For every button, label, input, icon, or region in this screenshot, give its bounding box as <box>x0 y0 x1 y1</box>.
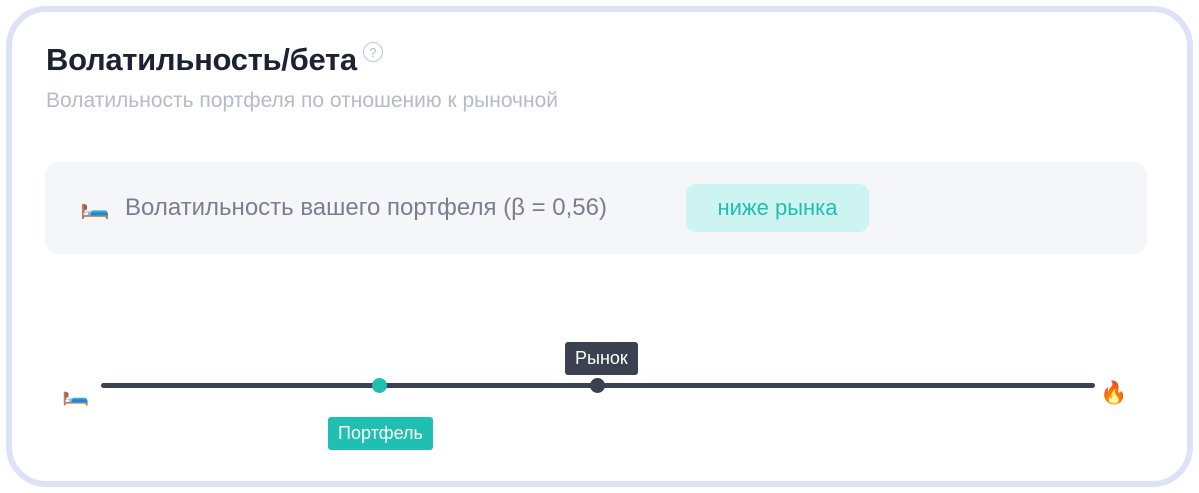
market-label: Рынок <box>565 342 638 375</box>
market-marker <box>590 378 605 393</box>
title-row: Волатильность/бета ? <box>46 42 383 78</box>
card-subtitle: Волатильность портфеля по отношению к ры… <box>46 89 559 112</box>
fire-icon: 🔥 <box>1100 380 1128 405</box>
card-title: Волатильность/бета <box>46 42 357 77</box>
status-badge: ниже рынка <box>686 184 869 232</box>
portfolio-label: Портфель <box>328 417 433 450</box>
portfolio-marker <box>372 378 387 393</box>
volatility-info-text: Волатильность вашего портфеля (β = 0,56) <box>125 194 607 221</box>
help-icon[interactable]: ? <box>362 42 383 62</box>
bed-icon: 🛏️ <box>62 381 90 406</box>
bed-icon: 🛏️ <box>80 193 110 220</box>
volatility-info-box: 🛏️ Волатильность вашего портфеля (β = 0,… <box>45 162 1147 254</box>
